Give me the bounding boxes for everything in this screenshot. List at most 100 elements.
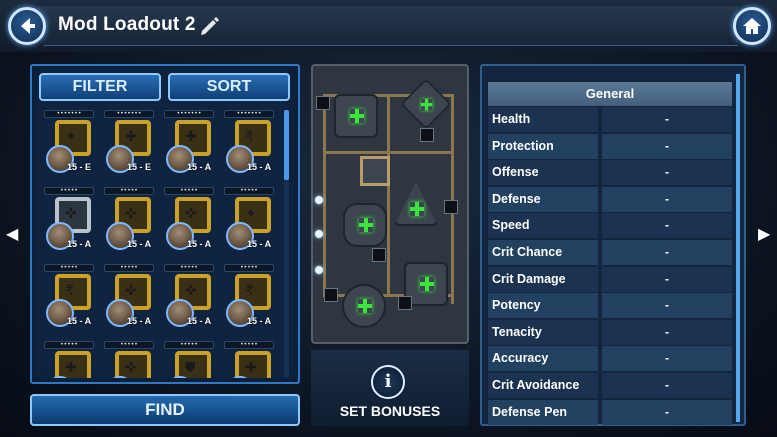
mod-card[interactable]: ••••• ⛊ bbox=[161, 341, 217, 378]
connector-chip bbox=[372, 248, 386, 262]
mod-card[interactable]: ••••• ✚ bbox=[41, 341, 97, 378]
mod-card[interactable]: ••••• ✜ 15 - A bbox=[101, 264, 157, 338]
stat-row: Accuracy - bbox=[488, 346, 732, 372]
stat-value: - bbox=[602, 373, 732, 398]
mod-set-icon: ✜ bbox=[185, 206, 197, 222]
mod-level-tier: 15 - A bbox=[247, 316, 272, 326]
stat-value: - bbox=[602, 107, 732, 132]
add-plus-icon bbox=[358, 299, 372, 313]
mod-slot-circle[interactable] bbox=[342, 284, 386, 328]
mod-rarity-dots: ••••• bbox=[164, 264, 214, 272]
mod-slot-diamond[interactable] bbox=[343, 203, 387, 247]
stat-value: - bbox=[602, 160, 732, 186]
mod-set-icon: ✜ bbox=[125, 206, 137, 222]
mod-rarity-dots: ••••••• bbox=[164, 110, 214, 118]
connector-chip bbox=[316, 96, 330, 110]
stat-value: - bbox=[602, 266, 732, 292]
mod-level-tier: 15 - A bbox=[67, 239, 92, 249]
find-button[interactable]: FIND bbox=[30, 394, 300, 426]
filter-button[interactable]: FILTER bbox=[39, 73, 161, 101]
next-arrow-icon[interactable]: ▶ bbox=[758, 224, 770, 243]
mod-level-tier: 15 - A bbox=[67, 316, 92, 326]
mod-level-tier: 15 - E bbox=[67, 162, 92, 172]
mod-card[interactable]: ••••• ✜ 15 - A bbox=[161, 264, 217, 338]
stat-name: Potency bbox=[488, 293, 598, 319]
mod-set-icon: ⛊ bbox=[185, 360, 196, 376]
mod-slot-square[interactable] bbox=[334, 94, 378, 138]
mod-rarity-dots: ••••• bbox=[104, 187, 154, 195]
mod-set-icon: ✜ bbox=[185, 283, 197, 299]
mod-card[interactable]: ••••••• ✚ 15 - A bbox=[161, 110, 217, 184]
mod-rarity-dots: ••••• bbox=[224, 341, 274, 349]
add-plus-icon bbox=[410, 202, 424, 216]
mod-card[interactable]: ••••• ✜ 15 - A bbox=[161, 187, 217, 261]
home-button[interactable] bbox=[733, 7, 771, 45]
stat-name: Defense Pen bbox=[488, 399, 598, 425]
mod-rarity-dots: ••••••• bbox=[104, 110, 154, 118]
mod-card[interactable]: ••••••• ₹15 - A bbox=[221, 110, 277, 184]
back-button[interactable] bbox=[8, 7, 46, 45]
mod-level-tier: 15 - A bbox=[247, 162, 272, 172]
mod-rarity-dots: ••••• bbox=[104, 341, 154, 349]
stat-name: Defense bbox=[488, 186, 598, 212]
mod-set-icon: ₹ bbox=[245, 283, 254, 299]
mod-shape-icon: ✜ bbox=[115, 351, 151, 378]
mod-card[interactable]: ••••• ✚ bbox=[221, 341, 277, 378]
stat-name: Health bbox=[488, 107, 598, 132]
mod-level-tier: 15 - E bbox=[127, 162, 152, 172]
mod-set-icon: ✦ bbox=[245, 206, 257, 222]
stat-name: Speed bbox=[488, 213, 598, 239]
previous-arrow-icon[interactable]: ◀ bbox=[6, 224, 18, 243]
mod-shape-icon: ✚ bbox=[55, 351, 91, 378]
stats-scrollbar[interactable] bbox=[736, 74, 740, 422]
add-plus-icon bbox=[350, 109, 364, 123]
edit-pencil-icon[interactable] bbox=[198, 15, 220, 37]
stat-name: Accuracy bbox=[488, 346, 598, 372]
connector-chip bbox=[398, 296, 412, 310]
mod-set-icon: ✚ bbox=[125, 129, 137, 145]
connector-chip bbox=[420, 128, 434, 142]
mod-set-icon: ✜ bbox=[125, 360, 137, 376]
mod-set-icon: ✜ bbox=[125, 283, 137, 299]
home-icon bbox=[743, 18, 761, 34]
mod-card[interactable]: ••••• ✜ bbox=[101, 341, 157, 378]
central-core bbox=[360, 156, 390, 186]
mod-rarity-dots: ••••• bbox=[164, 341, 214, 349]
mod-grid: ••••••• ✦ 15 - E ••••••• ✚ 15 - E ••••••• ✚ 15 -… bbox=[41, 110, 281, 378]
mod-set-icon: ₹ bbox=[245, 129, 254, 145]
info-icon[interactable]: i bbox=[371, 365, 405, 399]
stat-value: - bbox=[602, 319, 732, 345]
stat-value: - bbox=[602, 133, 732, 159]
mod-card[interactable]: ••••• ✜ 15 - A bbox=[101, 187, 157, 261]
circuit-trace bbox=[323, 96, 326, 296]
mod-rarity-dots: ••••• bbox=[44, 341, 94, 349]
mod-rarity-dots: ••••• bbox=[224, 187, 274, 195]
circuit-trace bbox=[387, 94, 390, 294]
stat-value: - bbox=[602, 213, 732, 239]
stat-value: - bbox=[602, 399, 732, 425]
scroll-thumb[interactable] bbox=[284, 110, 289, 180]
stat-row: Crit Damage - bbox=[488, 266, 732, 292]
mod-card[interactable]: ••••••• ✦ 15 - E bbox=[41, 110, 97, 184]
mod-card[interactable]: ••••••• ✚ 15 - E bbox=[101, 110, 157, 184]
stat-name: Crit Avoidance bbox=[488, 373, 598, 398]
stat-row: Defense - bbox=[488, 186, 732, 212]
mod-grid-scrollbar[interactable] bbox=[284, 110, 289, 378]
stat-row: Crit Chance - bbox=[488, 240, 732, 265]
stat-row: Crit Avoidance - bbox=[488, 373, 732, 398]
mod-rarity-dots: ••••••• bbox=[44, 110, 94, 118]
add-plus-icon bbox=[420, 277, 434, 291]
mod-card[interactable]: ••••• ✜ 15 - A bbox=[41, 187, 97, 261]
indicator-light bbox=[315, 196, 323, 204]
mod-set-icon: ✚ bbox=[245, 360, 257, 376]
mod-card[interactable]: ••••• ₹15 - A bbox=[221, 264, 277, 338]
mod-level-tier: 15 - A bbox=[187, 239, 212, 249]
sort-button[interactable]: SORT bbox=[168, 73, 290, 101]
mod-set-icon: ✜ bbox=[65, 206, 77, 222]
mod-level-tier: 15 - A bbox=[127, 316, 152, 326]
indicator-light bbox=[315, 230, 323, 238]
stat-value: - bbox=[602, 293, 732, 319]
mod-card[interactable]: ••••• ₹15 - A bbox=[41, 264, 97, 338]
mod-level-tier: 15 - A bbox=[247, 239, 272, 249]
mod-card[interactable]: ••••• ✦ 15 - A bbox=[221, 187, 277, 261]
